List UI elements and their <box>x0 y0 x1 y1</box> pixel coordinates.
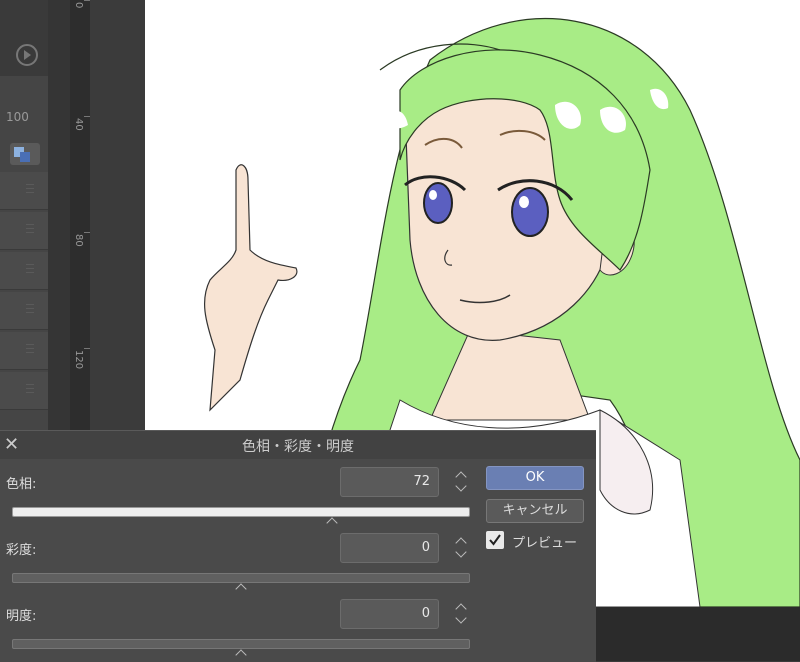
hue-label: 色相: <box>6 477 37 492</box>
saturation-input[interactable]: 0 <box>340 533 439 563</box>
ruler-label: 120 <box>73 350 84 370</box>
layer-row[interactable] <box>0 252 48 290</box>
hue-slider[interactable] <box>12 507 470 517</box>
ruler-label: 40 <box>73 118 84 131</box>
layer-row[interactable] <box>0 172 48 210</box>
play-icon[interactable] <box>16 44 38 66</box>
panel-toolbar <box>0 0 48 76</box>
lightness-input[interactable]: 0 <box>340 599 439 629</box>
hue-saturation-lightness-dialog: ✕ 色相・彩度・明度 色相: 72 彩度: 0 明度: 0 OK キャンセル プ… <box>0 430 596 662</box>
saturation-slider[interactable] <box>12 573 470 583</box>
lightness-slider[interactable] <box>12 639 470 649</box>
grip-icon <box>26 184 34 196</box>
layer-row[interactable] <box>0 292 48 330</box>
ruler-label: 0 <box>73 2 84 9</box>
lightness-spinner[interactable] <box>454 600 470 628</box>
vertical-ruler: 0 40 80 120 <box>70 0 90 430</box>
layer-color-icon[interactable] <box>10 143 40 165</box>
layer-row[interactable] <box>0 372 48 410</box>
ok-button[interactable]: OK <box>486 466 584 490</box>
saturation-spinner[interactable] <box>454 534 470 562</box>
lightness-label: 明度: <box>6 609 37 624</box>
opacity-value[interactable]: 100 <box>6 110 46 130</box>
grip-icon <box>26 224 34 236</box>
grip-icon <box>26 384 34 396</box>
layer-row[interactable] <box>0 332 48 370</box>
layer-row[interactable] <box>0 212 48 250</box>
preview-label[interactable]: プレビュー <box>512 532 577 551</box>
cancel-button[interactable]: キャンセル <box>486 499 584 523</box>
canvas-background <box>596 607 800 661</box>
hue-spinner[interactable] <box>454 468 470 496</box>
dialog-titlebar: ✕ 色相・彩度・明度 <box>0 431 596 459</box>
checkmark-icon <box>489 534 501 546</box>
grip-icon <box>26 264 34 276</box>
ruler-label: 80 <box>73 234 84 247</box>
dialog-title: 色相・彩度・明度 <box>242 439 354 455</box>
grip-icon <box>26 344 34 356</box>
hue-input[interactable]: 72 <box>340 467 439 497</box>
grip-icon <box>26 304 34 316</box>
preview-checkbox[interactable] <box>486 531 504 549</box>
saturation-label: 彩度: <box>6 543 37 558</box>
